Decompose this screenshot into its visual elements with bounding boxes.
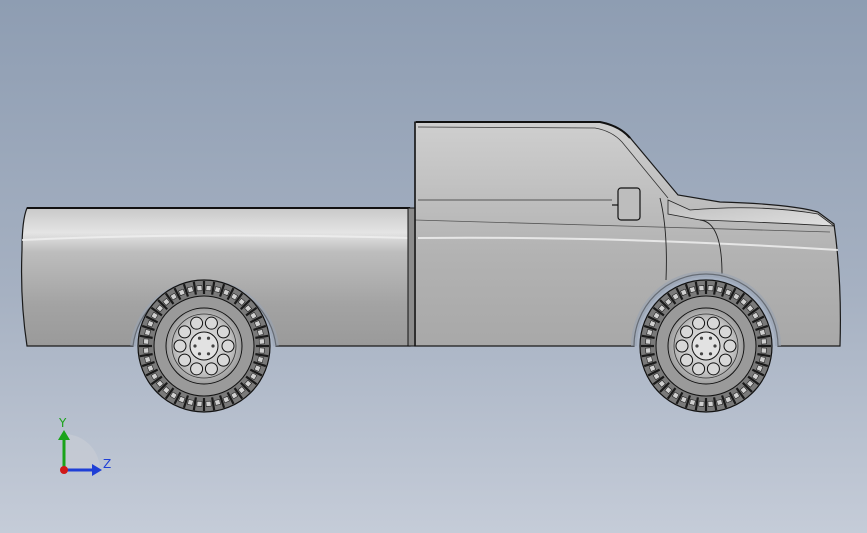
tread-block — [707, 285, 714, 292]
bed-cab-gap — [407, 207, 416, 347]
lug-nut — [211, 344, 215, 348]
tread-block — [716, 286, 723, 293]
lug-nut — [206, 336, 211, 340]
tread-block — [144, 329, 151, 336]
lug-nut — [193, 344, 197, 348]
tread-block — [143, 338, 150, 345]
tread-block — [646, 356, 653, 363]
rim-hole — [680, 353, 694, 367]
rim-hole — [692, 316, 706, 330]
lug-nut — [206, 352, 211, 356]
tread-block — [196, 285, 203, 292]
lug-nut — [197, 336, 202, 340]
y-axis-label: Y — [58, 416, 67, 430]
tread-block — [689, 399, 696, 406]
front-wheel[interactable] — [639, 279, 773, 413]
rim-hole — [723, 339, 737, 353]
tread-block — [143, 347, 150, 354]
rim-hole — [190, 362, 204, 376]
rim-hole — [216, 353, 230, 367]
side-mirror[interactable] — [617, 187, 641, 221]
tread-block — [645, 338, 652, 345]
rim-hole — [718, 325, 732, 339]
tread-block — [205, 400, 212, 407]
tread-block — [716, 399, 723, 406]
rim-hole — [706, 316, 720, 330]
rim-hole — [178, 353, 192, 367]
tread-block — [214, 286, 221, 293]
tread-block — [759, 329, 766, 336]
tread-block — [257, 329, 264, 336]
rim-hole — [204, 362, 218, 376]
tread-block — [144, 356, 151, 363]
tread-block — [689, 286, 696, 293]
lug-nut — [197, 352, 202, 356]
tread-block — [759, 356, 766, 363]
tread-block — [258, 347, 265, 354]
lug-nut — [708, 336, 713, 340]
rim-hole — [718, 353, 732, 367]
coordinate-triad: Y Z — [58, 416, 111, 476]
tread-block — [698, 285, 705, 292]
rim-hole — [216, 325, 230, 339]
rim-hole — [190, 316, 204, 330]
lug-nut — [699, 336, 704, 340]
tread-block — [258, 338, 265, 345]
rim-hole — [221, 339, 235, 353]
tread-block — [760, 347, 767, 354]
rim-hole — [178, 325, 192, 339]
x-axis-dot — [60, 466, 68, 474]
lug-nut — [695, 344, 699, 348]
tread-block — [196, 400, 203, 407]
tread-block — [187, 399, 194, 406]
lug-nut — [713, 344, 717, 348]
tread-block — [707, 400, 714, 407]
rim-hole — [706, 362, 720, 376]
rear-wheel[interactable] — [137, 279, 271, 413]
tread-block — [205, 285, 212, 292]
lug-nut — [708, 352, 713, 356]
tread-block — [760, 338, 767, 345]
model-scene[interactable]: Y Z — [0, 0, 867, 533]
tread-block — [257, 356, 264, 363]
tread-block — [698, 400, 705, 407]
rim-hole — [692, 362, 706, 376]
graphics-viewport[interactable]: Y Z — [0, 0, 867, 533]
tread-block — [214, 399, 221, 406]
rim-hole — [675, 339, 689, 353]
cab-and-front[interactable] — [414, 121, 841, 347]
tread-block — [645, 347, 652, 354]
tread-block — [187, 286, 194, 293]
tread-block — [646, 329, 653, 336]
z-axis-label: Z — [103, 457, 111, 471]
rim-hole — [680, 325, 694, 339]
lug-nut — [699, 352, 704, 356]
rim-hole — [173, 339, 187, 353]
rim-hole — [204, 316, 218, 330]
